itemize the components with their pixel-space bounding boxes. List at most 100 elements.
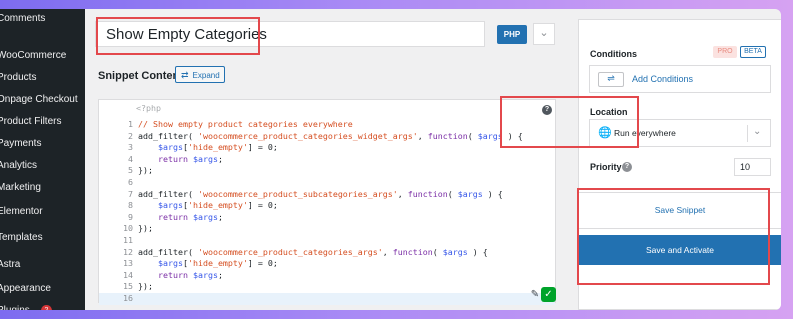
code-line[interactable]: 9 return $args; xyxy=(99,212,555,224)
expand-button[interactable]: ⇄ Expand xyxy=(175,66,225,83)
line-number: 14 xyxy=(123,269,133,280)
sidebar-item-label: Comments xyxy=(0,13,46,24)
line-number: 3 xyxy=(128,142,133,153)
sidebar-item-label: Analytics xyxy=(0,160,38,171)
code-text: return $args; xyxy=(157,153,223,164)
code-text: $args['hide_empty'] = 0; xyxy=(157,200,278,211)
save-and-activate-button[interactable]: Save and Activate xyxy=(579,235,781,265)
code-line[interactable]: 10}); xyxy=(99,223,555,235)
help-icon[interactable]: ? xyxy=(542,105,552,115)
select-divider xyxy=(747,125,748,142)
sidebar-item-label: Onpage Checkout xyxy=(0,94,78,105)
code-line[interactable]: 12 add_filter( 'woocommerce_product_categ… xyxy=(99,247,555,259)
sidebar-item[interactable]: Plugins 2 xyxy=(0,302,85,310)
sidebar-item-label: Astra xyxy=(0,259,21,270)
help-icon[interactable]: ? xyxy=(622,162,632,172)
sidebar-item-label: Templates xyxy=(0,232,43,243)
sidebar-item-label: Elementor xyxy=(0,206,43,217)
code-line[interactable]: 15}); xyxy=(99,281,555,293)
sidebar-item[interactable]: Appearance xyxy=(0,280,85,298)
language-dropdown[interactable]: ⌄ xyxy=(533,23,555,45)
sidebar-item-label: WooCommerce xyxy=(0,50,67,61)
code-text: add_filter( 'woocommerce_product_subcate… xyxy=(138,188,503,199)
php-open-tag: <?php xyxy=(136,103,161,113)
pencil-icon[interactable]: ✎ xyxy=(529,289,541,301)
language-php-button[interactable]: PHP xyxy=(497,25,527,44)
chevron-down-icon: ⌄ xyxy=(539,27,549,39)
settings-panel: Conditions PRO BETA ⇌ Add Conditions Loc… xyxy=(578,19,781,310)
sidebar-item[interactable]: Onpage Checkout xyxy=(0,91,85,109)
sidebar-item-label: Appearance xyxy=(0,283,51,294)
check-icon[interactable]: ✓ xyxy=(541,287,556,302)
beta-badge: BETA xyxy=(740,46,766,58)
line-number: 6 xyxy=(128,177,133,187)
location-select[interactable]: 🌐 Run everywhere ⌄ xyxy=(589,119,771,147)
line-number: 13 xyxy=(123,258,133,269)
code-line[interactable]: 13 $args['hide_empty'] = 0; xyxy=(99,258,555,270)
code-text: add_filter( 'woocommerce_product_categor… xyxy=(138,130,523,141)
pro-badge: PRO xyxy=(713,46,737,58)
update-count-badge: 2 xyxy=(41,305,52,310)
code-text: // Show empty product categories everywh… xyxy=(138,119,353,129)
sidebar-item[interactable]: Analytics xyxy=(0,157,85,175)
line-number: 4 xyxy=(128,153,133,164)
sidebar-item[interactable]: Products xyxy=(0,69,85,87)
sidebar-item-label: Marketing xyxy=(0,182,41,193)
code-line[interactable]: 1 // Show empty product categories everyw… xyxy=(99,119,555,131)
sidebar-item[interactable]: Product Filters xyxy=(0,113,85,131)
code-text: return $args; xyxy=(157,269,223,280)
code-text: }); xyxy=(138,223,153,234)
code-line[interactable]: 14 return $args; xyxy=(99,270,555,282)
add-conditions-button[interactable]: ⇌ Add Conditions xyxy=(589,65,771,93)
code-text: }); xyxy=(138,165,153,176)
code-text: $args['hide_empty'] = 0; xyxy=(157,258,278,269)
sidebar-item-label: Payments xyxy=(0,138,42,149)
location-value: Run everywhere xyxy=(614,128,676,138)
code-text: }); xyxy=(138,281,153,292)
expand-label: Expand xyxy=(192,71,220,80)
snippet-title-input[interactable]: Show Empty Categories xyxy=(95,21,485,47)
code-line[interactable]: 11 xyxy=(99,235,555,247)
line-number: 2 xyxy=(128,130,133,141)
code-line[interactable]: 4 return $args; xyxy=(99,154,555,166)
line-number: 1 xyxy=(128,119,133,129)
save-snippet-button[interactable]: Save Snippet xyxy=(579,192,781,229)
sidebar-item[interactable]: WooCommerce xyxy=(0,47,85,65)
shuffle-icon: ⇌ xyxy=(598,72,624,87)
sidebar-item-label: Plugins xyxy=(0,302,30,310)
code-line[interactable]: 3 $args['hide_empty'] = 0; xyxy=(99,142,555,154)
app-window: Comments WooCommerce Products Onpage Checko… xyxy=(0,9,781,310)
line-number: 12 xyxy=(123,246,133,257)
line-number: 10 xyxy=(123,223,133,234)
code-line[interactable]: 6 xyxy=(99,177,555,189)
code-text: $args['hide_empty'] = 0; xyxy=(157,142,278,153)
line-number: 16 xyxy=(123,293,133,303)
sidebar-item-label: Product Filters xyxy=(0,116,62,127)
sidebar-item[interactable]: Marketing xyxy=(0,179,85,197)
sidebar-item[interactable]: Comments xyxy=(0,10,85,28)
snippet-editor-page: Show Empty Categories PHP ⌄ Snippet Cont… xyxy=(85,9,781,310)
sidebar-item[interactable]: Payments xyxy=(0,135,85,153)
line-number: 8 xyxy=(128,200,133,211)
code-line[interactable]: 2 add_filter( 'woocommerce_product_catego… xyxy=(99,131,555,143)
line-number: 9 xyxy=(128,211,133,222)
sidebar-item[interactable]: Astra xyxy=(0,256,85,274)
sidebar-item[interactable]: Templates xyxy=(0,229,85,247)
line-number: 5 xyxy=(128,165,133,176)
add-conditions-label: Add Conditions xyxy=(632,74,694,84)
chevron-down-icon: ⌄ xyxy=(753,126,762,137)
globe-icon: 🌐 xyxy=(598,126,612,139)
sidebar-item[interactable]: Elementor xyxy=(0,203,85,221)
priority-input[interactable]: 10 xyxy=(734,158,771,176)
code-line[interactable]: 7 add_filter( 'woocommerce_product_subcat… xyxy=(99,189,555,201)
code-editor[interactable]: <?php ? 1 // Show empty product categorie… xyxy=(98,99,556,305)
code-line[interactable]: 8 $args['hide_empty'] = 0; xyxy=(99,200,555,212)
location-label: Location xyxy=(590,107,628,117)
conditions-label: Conditions xyxy=(590,49,637,59)
line-number: 11 xyxy=(123,235,133,245)
line-number: 7 xyxy=(128,188,133,199)
code-line[interactable]: 5}); xyxy=(99,165,555,177)
admin-sidebar: Comments WooCommerce Products Onpage Checko… xyxy=(0,9,85,310)
code-line[interactable]: 16 xyxy=(99,293,555,305)
line-number: 15 xyxy=(123,281,133,292)
